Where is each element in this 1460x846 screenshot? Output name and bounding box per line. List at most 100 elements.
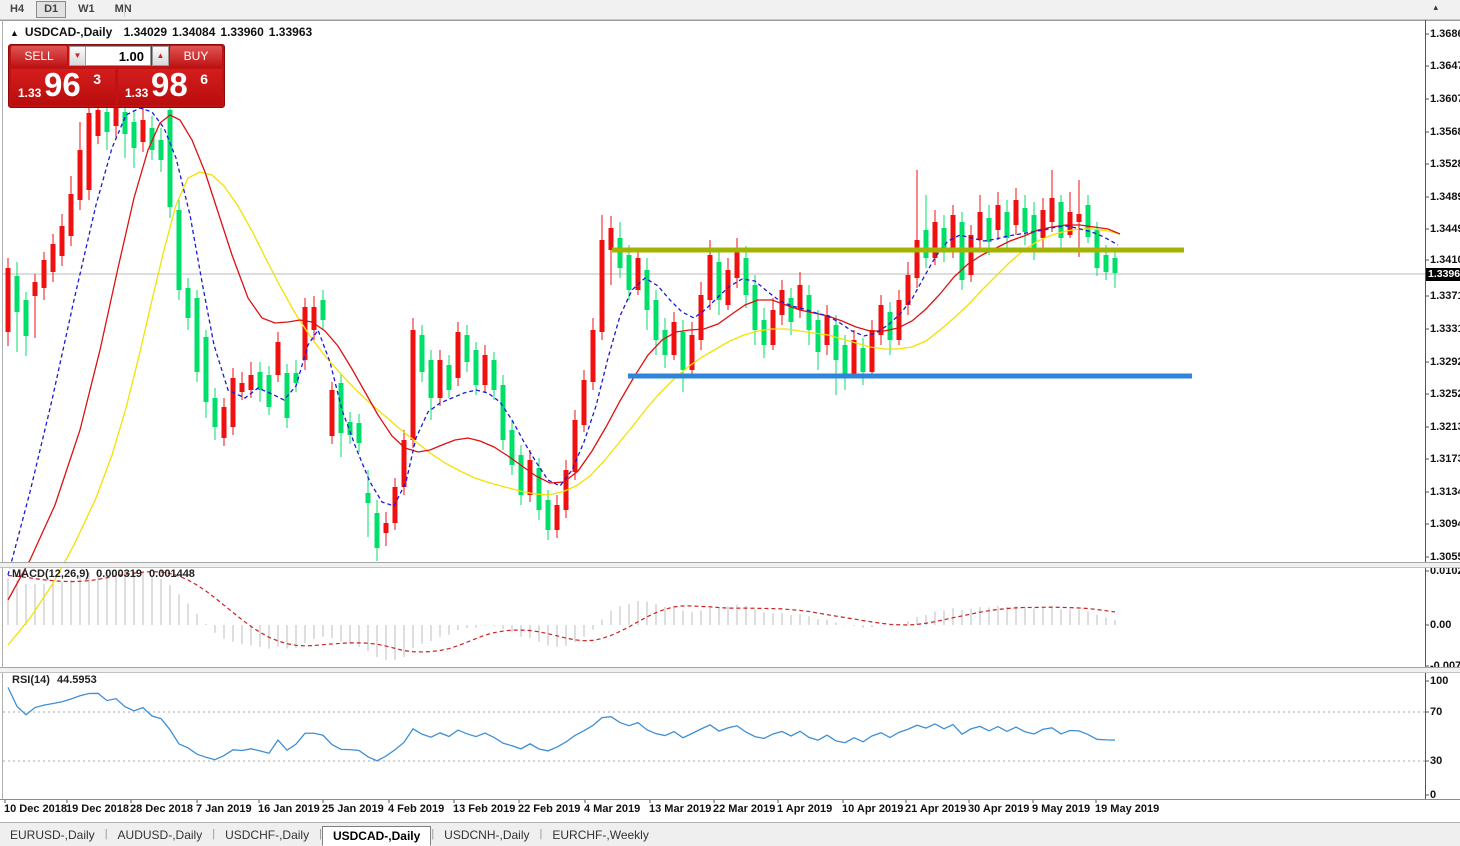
macd-value: 0.000319 bbox=[96, 568, 142, 580]
pane-splitter-rsi[interactable] bbox=[0, 667, 1460, 673]
time-axis-label: 30 Apr 2019 bbox=[968, 803, 1030, 815]
rsi-label: RSI(14) 44.5953 bbox=[8, 674, 97, 686]
candle-body bbox=[1040, 210, 1046, 238]
candle-body bbox=[203, 337, 209, 402]
candle-body bbox=[968, 235, 974, 275]
candle-body bbox=[5, 268, 11, 332]
candle-body bbox=[950, 215, 956, 250]
candle-body bbox=[842, 345, 848, 375]
buy-button[interactable]: BUY bbox=[170, 46, 222, 66]
candle-body bbox=[869, 330, 875, 372]
candle-body bbox=[68, 194, 74, 236]
candle-body bbox=[104, 112, 110, 132]
buy-price-big: 98 bbox=[151, 66, 188, 103]
candle-body bbox=[239, 383, 245, 392]
candle-body bbox=[1013, 200, 1019, 225]
candle-body bbox=[212, 398, 218, 427]
candle-body bbox=[932, 222, 938, 258]
candle-body bbox=[815, 320, 821, 352]
candle-body bbox=[824, 315, 830, 345]
volume-increase-button[interactable]: ▲ bbox=[152, 46, 169, 66]
pane-splitter-macd[interactable] bbox=[0, 562, 1460, 568]
tab-eurchf-weekly[interactable]: EURCHF-,Weekly bbox=[542, 826, 658, 844]
volume-decrease-button[interactable]: ▼ bbox=[69, 46, 86, 66]
candle-body bbox=[914, 240, 920, 278]
tab-eurusd-daily[interactable]: EURUSD-,Daily bbox=[0, 826, 105, 844]
candle-body bbox=[707, 255, 713, 300]
candle-body bbox=[473, 350, 479, 385]
tab-usdcnh-daily[interactable]: USDCNH-,Daily bbox=[434, 826, 539, 844]
candle-body bbox=[716, 262, 722, 300]
candle-body bbox=[1022, 208, 1028, 232]
symbol-period-label: USDCAD-,Daily bbox=[24, 25, 113, 39]
candle-body bbox=[986, 218, 992, 242]
chart-canvas[interactable] bbox=[0, 0, 1460, 846]
time-axis-label: 9 May 2019 bbox=[1032, 803, 1091, 815]
time-axis-label: 22 Feb 2019 bbox=[518, 803, 581, 815]
axis-price-label: 1.34100 bbox=[1430, 254, 1460, 266]
axis-price-label: 1.32520 bbox=[1430, 388, 1460, 400]
time-axis-line bbox=[0, 799, 1460, 800]
axis-price-label: 1.33710 bbox=[1430, 290, 1460, 302]
title-ohlc-value: 1.33963 bbox=[268, 25, 313, 39]
candle-body bbox=[626, 255, 632, 290]
sell-price-panel[interactable]: 1.33 96 3 bbox=[11, 66, 115, 105]
time-axis-label: 19 Dec 2018 bbox=[66, 803, 129, 815]
candle-body bbox=[356, 423, 362, 443]
buy-price-sup: 6 bbox=[200, 71, 208, 87]
candle-body bbox=[275, 342, 281, 375]
candle-body bbox=[266, 375, 272, 407]
candle-body bbox=[86, 113, 92, 190]
candle-body bbox=[23, 300, 29, 336]
candle-body bbox=[545, 500, 551, 530]
title-ohlc-value: 1.34029 bbox=[123, 25, 168, 39]
buy-price-panel[interactable]: 1.33 98 6 bbox=[118, 66, 222, 105]
volume-input[interactable] bbox=[85, 46, 151, 66]
candle-body bbox=[1085, 205, 1091, 237]
axis-price-label: 0.00 bbox=[1430, 619, 1452, 631]
tab-audusd-daily[interactable]: AUDUSD-,Daily bbox=[108, 826, 213, 844]
candle-body bbox=[527, 460, 533, 495]
time-axis-label: 13 Feb 2019 bbox=[453, 803, 516, 815]
candle-body bbox=[374, 513, 380, 548]
candle-body bbox=[320, 300, 326, 320]
candle-body bbox=[419, 335, 425, 372]
candle-body bbox=[905, 275, 911, 305]
candle-body bbox=[644, 270, 650, 310]
macd-signal-line bbox=[7, 571, 1116, 653]
candle-body bbox=[230, 378, 236, 427]
candle-body bbox=[833, 325, 839, 360]
sell-price-sup: 3 bbox=[93, 71, 101, 87]
candle-body bbox=[77, 150, 83, 200]
axis-price-label: 1.36070 bbox=[1430, 93, 1460, 105]
candle-body bbox=[590, 330, 596, 382]
time-axis-label: 4 Mar 2019 bbox=[584, 803, 641, 815]
time-axis-label: 7 Jan 2019 bbox=[196, 803, 252, 815]
candle-body bbox=[482, 355, 488, 385]
candle-body bbox=[248, 375, 254, 390]
tab-usdcad-daily[interactable]: USDCAD-,Daily bbox=[321, 826, 432, 846]
candle-body bbox=[581, 380, 587, 425]
candle-body bbox=[158, 140, 164, 160]
collapse-arrow-icon[interactable]: ▲ bbox=[10, 28, 19, 38]
rsi-name: RSI(14) bbox=[12, 674, 50, 686]
candle-body bbox=[995, 205, 1001, 230]
candle-body bbox=[923, 230, 929, 258]
candle-body bbox=[14, 276, 20, 312]
rsi-line bbox=[7, 687, 1116, 762]
macd-label: MACD(12,26,9) 0.000319 0.001448 bbox=[8, 568, 195, 580]
candle-body bbox=[518, 455, 524, 495]
tab-usdchf-daily[interactable]: USDCHF-,Daily bbox=[215, 826, 319, 844]
candle-body bbox=[977, 212, 983, 240]
sell-price-small: 1.33 bbox=[18, 86, 42, 100]
candle-body bbox=[770, 310, 776, 345]
candle-body bbox=[185, 288, 191, 318]
time-axis-label: 28 Dec 2018 bbox=[130, 803, 193, 815]
sell-button[interactable]: SELL bbox=[11, 46, 67, 66]
candle-body bbox=[554, 505, 560, 530]
candle-body bbox=[851, 340, 857, 375]
candle-body bbox=[752, 285, 758, 330]
candle-body bbox=[788, 298, 794, 322]
chart-tabs-bar: EURUSD-,Daily | AUDUSD-,Daily | USDCHF-,Dail… bbox=[0, 822, 1460, 846]
axis-price-label: 100 bbox=[1430, 675, 1449, 687]
